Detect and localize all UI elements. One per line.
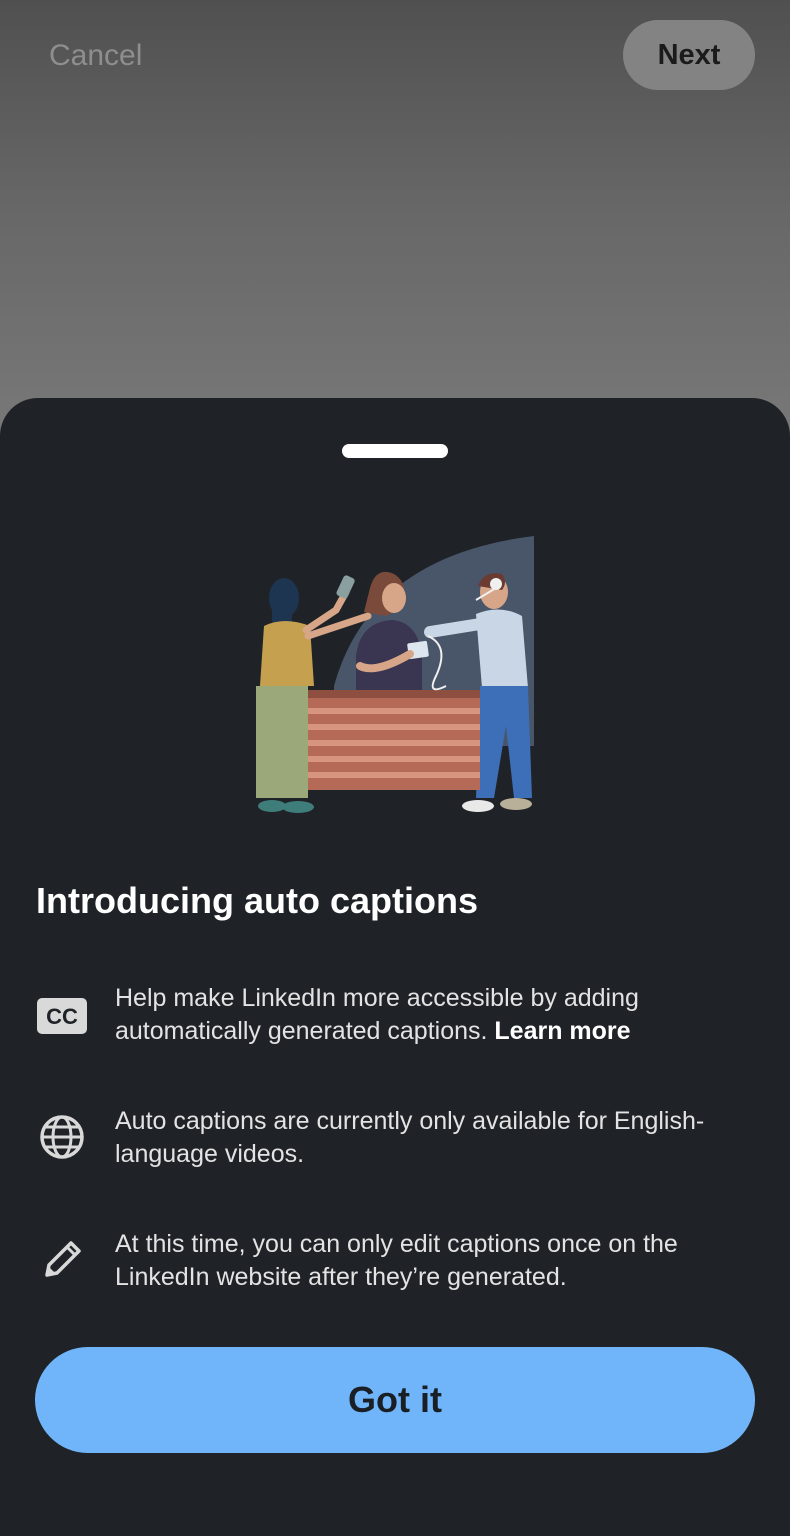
screen: Cancel Next Introducing auto captions CC… (0, 0, 790, 1536)
bottom-sheet: Introducing auto captions CC Help make L… (0, 398, 790, 1536)
learn-more-link[interactable]: Learn more (494, 1017, 630, 1045)
pencil-icon (36, 1234, 88, 1286)
top-bar: Cancel Next (0, 0, 790, 110)
drag-handle[interactable] (342, 444, 448, 458)
info-text-language: Auto captions are currently only availab… (115, 1107, 705, 1168)
people-at-desk-illustration (256, 536, 534, 813)
info-text-editing: At this time, you can only edit captions… (115, 1230, 678, 1291)
next-button[interactable]: Next (623, 20, 755, 90)
got-it-button[interactable]: Got it (35, 1347, 755, 1453)
sheet-title: Introducing auto captions (36, 880, 478, 921)
cancel-button[interactable]: Cancel (49, 36, 142, 76)
globe-icon (36, 1111, 88, 1163)
cc-icon: CC (36, 990, 88, 1042)
info-text-captions: Help make LinkedIn more accessible by ad… (115, 982, 755, 1048)
svg-text:CC: CC (46, 1004, 78, 1029)
